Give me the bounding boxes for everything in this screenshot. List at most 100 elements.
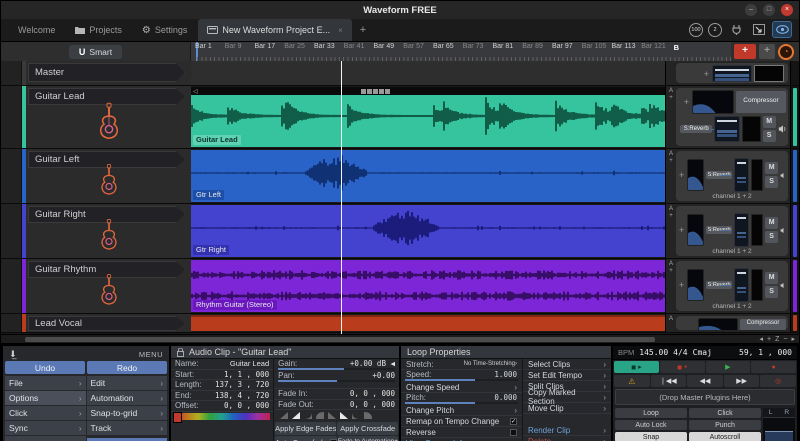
guitar-rhythm-lane[interactable]: Rhythm Guitar (Stereo)	[191, 259, 665, 313]
loop-toggle[interactable]: Loop	[615, 408, 687, 418]
add-plugin-icon[interactable]: +	[678, 170, 685, 180]
warning-icon[interactable]: ⚠	[614, 375, 650, 387]
zoom-controls[interactable]: ◂ + Z − ▸	[760, 335, 796, 344]
guitar-right-lane[interactable]: Gtr Right	[191, 204, 665, 258]
checkbox-icon[interactable]	[510, 429, 517, 436]
remap-checkbox[interactable]: Remap on Tempo Change✓	[401, 416, 522, 427]
clip-gtr-right[interactable]: Gtr Right	[191, 205, 665, 257]
clip-header-bar[interactable]: ◁	[191, 87, 665, 95]
close-button[interactable]: ×	[781, 4, 793, 16]
horizontal-scrollbar[interactable]: ◂ + Z − ▸	[1, 334, 799, 343]
track-row-guitar-right[interactable]: Guitar Right Gtr Right A+ +	[1, 204, 799, 259]
volume-plugin[interactable]	[734, 268, 749, 302]
menu-edit[interactable]: Edit›	[87, 376, 168, 390]
tab-settings[interactable]: ⚙ Settings	[133, 19, 197, 41]
set-edit-tempo-button[interactable]: Set Edit Tempo›	[523, 370, 611, 381]
reverb-plugin[interactable]: S:Reverb	[706, 281, 732, 289]
scroll-left-icon[interactable]: ◂	[760, 335, 764, 344]
fade-in-field[interactable]: Fade In:0, 0 , 000	[274, 389, 399, 400]
move-clip-button[interactable]: Move Clip›	[523, 403, 611, 414]
clip-end-field[interactable]: End:138, 4 , 720	[171, 391, 273, 402]
counter-gauge[interactable]: 2	[708, 23, 722, 37]
marker-B[interactable]: B	[674, 43, 679, 52]
clip-rhythm-guitar[interactable]: Rhythm Guitar (Stereo)	[191, 260, 665, 312]
add-tab-button[interactable]: +	[354, 24, 372, 36]
automation-icon[interactable]: A	[669, 316, 673, 322]
clip-lead-vocal[interactable]	[191, 315, 665, 331]
add-plugin-icon[interactable]: +	[703, 69, 710, 79]
automation-icon[interactable]: A	[669, 261, 673, 267]
timeline-ruler[interactable]: Bar 1 Bar 9 Bar 17 Bar 25 Bar 33 Bar 41 …	[191, 42, 731, 61]
track-name-chip[interactable]: Lead Vocal	[28, 316, 185, 331]
clip-name-field[interactable]: Name:Guitar Lead	[171, 359, 273, 370]
menu-track[interactable]: Track›	[87, 421, 168, 435]
record-options-button[interactable]: ◔	[778, 44, 794, 60]
apply-edge-fades-button[interactable]: Apply Edge Fades	[275, 422, 336, 435]
speaker-icon[interactable]	[780, 171, 786, 180]
zoom-in-icon[interactable]: +	[767, 335, 771, 344]
change-pitch-button[interactable]: Change Pitch›	[401, 405, 522, 416]
snap-toggle[interactable]: Snap	[615, 432, 687, 441]
fast-forward-button[interactable]: ▶▶	[724, 375, 760, 387]
level-curve-plugin[interactable]	[687, 214, 703, 246]
solo-button[interactable]: S	[765, 176, 778, 188]
master-volume-plugin[interactable]	[712, 65, 752, 82]
track-header-guitar-rhythm[interactable]: Guitar Rhythm	[1, 259, 191, 313]
speaker-icon[interactable]	[780, 226, 786, 235]
zoom-fit-icon[interactable]: Z	[775, 335, 779, 344]
solo-button[interactable]: S	[765, 286, 778, 298]
reverb-plugin[interactable]: S:Reverb	[706, 171, 732, 179]
undo-button[interactable]: Undo	[5, 361, 85, 374]
add-plugin-icon[interactable]: +	[678, 280, 685, 290]
track-header-guitar-left[interactable]: Guitar Left	[1, 149, 191, 203]
autoscroll-toggle[interactable]: Autoscroll	[689, 432, 761, 441]
render-clip-button[interactable]: Render Clip›	[523, 425, 611, 436]
mute-button[interactable]: M	[765, 162, 778, 174]
redo-button[interactable]: Redo	[87, 361, 167, 374]
add-icon[interactable]: +	[669, 268, 673, 274]
add-plugin-icon[interactable]: +	[683, 97, 690, 107]
solo-button[interactable]: S	[763, 130, 776, 142]
pitch-field[interactable]: Pitch:0.000	[401, 393, 522, 402]
automation-icon[interactable]: A	[669, 206, 673, 212]
copy-marked-section-button[interactable]: Copy Marked Section›	[523, 392, 611, 403]
mute-button[interactable]: M	[763, 116, 776, 128]
auto-crossfade-checkbox[interactable]: Auto Crossfade	[275, 436, 337, 441]
resize-icon[interactable]	[750, 22, 768, 37]
playhead-cursor[interactable]	[341, 61, 342, 334]
clip-speaker-icon[interactable]: ◁	[193, 88, 198, 95]
add-track-secondary-button[interactable]: +	[759, 44, 775, 59]
track-name-chip[interactable]: Master	[28, 63, 185, 82]
clip-length-field[interactable]: Length:137, 3 , 720	[171, 380, 273, 391]
gain-field[interactable]: Gain:+0.00 dB ◀	[274, 359, 399, 368]
select-clips-button[interactable]: Select Clips›	[523, 359, 611, 370]
level-curve-plugin[interactable]	[698, 318, 738, 330]
menu-file[interactable]: File›	[5, 376, 86, 390]
stop-record-button[interactable]: ◼●	[660, 361, 705, 373]
playhead-position[interactable]: 59, 1 , 000	[739, 348, 792, 357]
play-button[interactable]: ▶	[706, 361, 751, 373]
guitar-left-lane[interactable]: Gtr Left	[191, 149, 665, 203]
cpu-gauge[interactable]: 100	[689, 23, 703, 37]
menu-options[interactable]: Options›	[5, 391, 86, 405]
track-row-guitar-lead[interactable]: Guitar Lead ◁ Guitar Lead A+	[1, 86, 799, 149]
apply-crossfade-button[interactable]: Apply Crossfade	[337, 422, 398, 435]
lead-vocal-lane[interactable]	[191, 314, 665, 332]
track-header-master[interactable]: Master	[1, 61, 191, 85]
scroll-right-icon[interactable]: ▸	[791, 335, 795, 344]
reverb-plugin[interactable]: S:Reverb	[680, 125, 712, 133]
plugin-connector-icon[interactable]	[727, 22, 745, 37]
menu-automation[interactable]: Automation›	[87, 391, 168, 405]
clip-offset-field[interactable]: Offset:0, 0 , 000	[171, 401, 273, 412]
fade-shape-icons[interactable]	[274, 410, 399, 421]
level-curve-plugin[interactable]	[687, 269, 703, 301]
track-row-guitar-left[interactable]: Guitar Left Gtr Left A+ +	[1, 149, 799, 204]
add-icon[interactable]: +	[669, 213, 673, 219]
change-speed-button[interactable]: Change Speed›	[401, 382, 522, 393]
guitar-lead-lane[interactable]: ◁ Guitar Lead	[191, 86, 665, 148]
import-icon[interactable]: ⬇̲	[9, 349, 17, 360]
stretch-field[interactable]: Stretch:No Time-Stretching›	[401, 359, 522, 370]
automation-icon[interactable]: A	[669, 151, 673, 157]
auto-lock-toggle[interactable]: Auto Lock	[615, 420, 687, 430]
track-row-guitar-rhythm[interactable]: Guitar Rhythm Rhythm Guitar (Stereo) A+	[1, 259, 799, 314]
